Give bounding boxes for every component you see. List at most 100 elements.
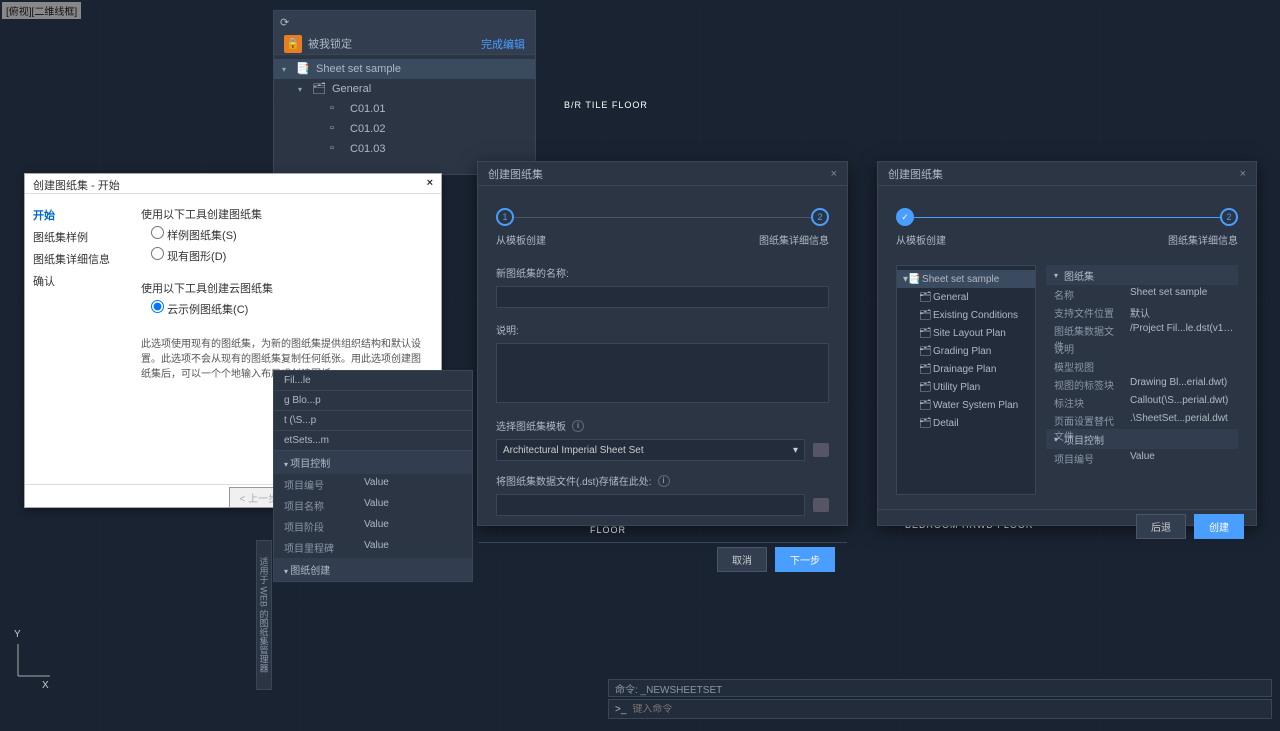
tree-root[interactable]: ▾ 📑Sheet set sample bbox=[897, 270, 1035, 288]
wizard-step[interactable]: 确认 bbox=[33, 270, 117, 292]
prop-row[interactable]: 支持文件位置默认 bbox=[1046, 303, 1238, 321]
browse-folder-icon[interactable] bbox=[813, 498, 829, 512]
radio-cloud[interactable]: 云示例图纸集(C) bbox=[151, 300, 425, 317]
lock-icon: 🔒 bbox=[284, 35, 302, 53]
dialog-header[interactable]: 创建图纸集 × bbox=[478, 162, 847, 186]
prop-row[interactable]: 名称Sheet set sample bbox=[1046, 285, 1238, 303]
finish-edit-link[interactable]: 完成编辑 bbox=[481, 36, 525, 52]
prop-row[interactable]: 项目阶段Value bbox=[274, 516, 472, 537]
folder-icon: 🗂 bbox=[312, 82, 326, 96]
dialog-title: 创建图纸集 bbox=[488, 166, 543, 182]
wizard-step[interactable]: 图纸集样例 bbox=[33, 226, 117, 248]
sheetset-icon: 📑 bbox=[908, 274, 918, 284]
file-row[interactable]: t (\S...p bbox=[274, 411, 472, 431]
close-icon[interactable]: × bbox=[1240, 168, 1246, 180]
desc-label: 说明: bbox=[496, 322, 829, 337]
close-icon[interactable]: × bbox=[427, 177, 433, 190]
prop-row[interactable]: 项目编号Value bbox=[1046, 449, 1238, 467]
close-icon[interactable]: × bbox=[831, 168, 837, 180]
prop-row[interactable]: 页面设置替代文件.\SheetSet...perial.dwt bbox=[1046, 411, 1238, 429]
command-prompt: >_ bbox=[615, 704, 626, 715]
dst-path-input[interactable] bbox=[496, 494, 805, 516]
stepper: 1 2 bbox=[496, 208, 829, 226]
prop-row[interactable]: 图纸集数据文件/Project Fil...le.dst(v1.0) bbox=[1046, 321, 1238, 339]
folder-icon: 🗂 bbox=[919, 346, 929, 356]
tree-root[interactable]: ▾📑Sheet set sample bbox=[274, 59, 535, 79]
tree-item[interactable]: 🗂General bbox=[897, 288, 1035, 306]
prop-row[interactable]: 项目编号Value bbox=[274, 474, 472, 495]
sheetset-manager-tab[interactable]: 适用于 WEB 的图纸集管理器 bbox=[256, 540, 272, 690]
create-button[interactable]: 创建 bbox=[1194, 514, 1244, 539]
prop-row[interactable]: 说明 bbox=[1046, 339, 1238, 357]
file-row[interactable]: Fil...le bbox=[274, 371, 472, 391]
tree-item[interactable]: 🗂Existing Conditions bbox=[897, 306, 1035, 324]
tree-item[interactable]: 🗂Drainage Plan bbox=[897, 360, 1035, 378]
radio-sample[interactable]: 样例图纸集(S) bbox=[151, 226, 425, 243]
command-input-row[interactable]: >_ bbox=[608, 699, 1272, 719]
prop-group-header[interactable]: 图纸创建 bbox=[274, 558, 472, 581]
wizard-steps: 开始 图纸集样例 图纸集详细信息 确认 bbox=[25, 194, 125, 484]
back-button[interactable]: 后退 bbox=[1136, 514, 1186, 539]
name-label: 新图纸集的名称: bbox=[496, 265, 829, 280]
template-select[interactable]: Architectural Imperial Sheet Set▾ bbox=[496, 439, 805, 461]
tree-body: ▾📑Sheet set sample ▾🗂General ▫C01.01 ▫C0… bbox=[274, 55, 535, 163]
prop-group-header[interactable]: 图纸集 bbox=[1046, 265, 1238, 285]
dialog-header[interactable]: 创建图纸集 × bbox=[878, 162, 1256, 186]
section-label: 使用以下工具创建云图纸集 bbox=[141, 280, 425, 296]
info-icon[interactable]: i bbox=[658, 475, 670, 487]
prop-row[interactable]: 标注块Callout(\S...perial.dwt) bbox=[1046, 393, 1238, 411]
sheet-set-tree-panel[interactable]: ⟳ 🔒被我锁定 完成编辑 ▾📑Sheet set sample ▾🗂Genera… bbox=[273, 10, 536, 175]
tree-group-label: General bbox=[332, 83, 371, 95]
prop-row[interactable]: 项目里程碑Value bbox=[274, 537, 472, 558]
sheetset-structure-tree[interactable]: ▾ 📑Sheet set sample 🗂General 🗂Existing C… bbox=[896, 265, 1036, 495]
file-row[interactable]: g Blo...p bbox=[274, 391, 472, 411]
property-grid[interactable]: 图纸集 名称Sheet set sample 支持文件位置默认 图纸集数据文件/… bbox=[1046, 265, 1238, 495]
step-node: 2 bbox=[811, 208, 829, 226]
step-node: ✓ bbox=[896, 208, 914, 226]
create-sheetset-dialog-step2[interactable]: 创建图纸集 × ✓ 2 从模板创建图纸集详细信息 ▾ 📑Sheet set sa… bbox=[877, 161, 1257, 526]
prop-row[interactable]: 模型视图 bbox=[1046, 357, 1238, 375]
prop-row[interactable]: 视图的标签块Drawing Bl...erial.dwt) bbox=[1046, 375, 1238, 393]
folder-icon: 🗂 bbox=[919, 328, 929, 338]
wizard-step[interactable]: 开始 bbox=[33, 204, 117, 226]
dialog-title: 创建图纸集 bbox=[888, 166, 943, 182]
browse-folder-icon[interactable] bbox=[813, 443, 829, 457]
folder-icon: 🗂 bbox=[919, 310, 929, 320]
tree-item[interactable]: 🗂Water System Plan bbox=[897, 396, 1035, 414]
tree-item[interactable]: 🗂Detail bbox=[897, 414, 1035, 432]
prop-group-header[interactable]: 项目控制 bbox=[1046, 429, 1238, 449]
folder-icon: 🗂 bbox=[919, 292, 929, 302]
chevron-down-icon: ▾ bbox=[793, 445, 798, 456]
tree-item[interactable]: ▫C01.03 bbox=[274, 139, 535, 159]
wizard-step[interactable]: 图纸集详细信息 bbox=[33, 248, 117, 270]
tree-group[interactable]: ▾🗂General bbox=[274, 79, 535, 99]
tree-item[interactable]: 🗂Utility Plan bbox=[897, 378, 1035, 396]
cancel-button[interactable]: 取消 bbox=[717, 547, 767, 572]
radio-existing[interactable]: 现有图形(D) bbox=[151, 247, 425, 264]
step-node: 1 bbox=[496, 208, 514, 226]
command-bar: 命令: _NEWSHEETSET >_ bbox=[608, 679, 1272, 719]
template-label: 选择图纸集模板i bbox=[496, 418, 829, 433]
folder-icon: 🗂 bbox=[919, 418, 929, 428]
sheet-icon: ▫ bbox=[330, 122, 344, 136]
next-button[interactable]: 下一步 bbox=[775, 547, 835, 572]
sheetset-icon: 📑 bbox=[296, 62, 310, 76]
file-row[interactable]: etSets...m bbox=[274, 431, 472, 451]
sheetset-desc-input[interactable] bbox=[496, 343, 829, 403]
prop-row[interactable]: 项目名称Value bbox=[274, 495, 472, 516]
sheetset-name-input[interactable] bbox=[496, 286, 829, 308]
properties-panel[interactable]: Fil...le g Blo...p t (\S...p etSets...m … bbox=[273, 370, 473, 582]
command-input[interactable] bbox=[632, 704, 1265, 715]
tree-item[interactable]: 🗂Grading Plan bbox=[897, 342, 1035, 360]
wizard-titlebar[interactable]: 创建图纸集 - 开始 × bbox=[25, 174, 441, 194]
prop-group-header[interactable]: 项目控制 bbox=[274, 451, 472, 474]
folder-icon: 🗂 bbox=[919, 364, 929, 374]
create-sheetset-dialog-step1[interactable]: 创建图纸集 × 1 2 从模板创建图纸集详细信息 新图纸集的名称: 说明: 选择… bbox=[477, 161, 848, 526]
tree-item[interactable]: ▫C01.01 bbox=[274, 99, 535, 119]
tree-item[interactable]: ▫C01.02 bbox=[274, 119, 535, 139]
viewport-label: [俯视][二维线框] bbox=[2, 2, 81, 19]
dialog-footer: 后退 创建 bbox=[878, 509, 1256, 543]
tree-item[interactable]: 🗂Site Layout Plan bbox=[897, 324, 1035, 342]
sheet-icon: ▫ bbox=[330, 142, 344, 156]
info-icon[interactable]: i bbox=[572, 420, 584, 432]
